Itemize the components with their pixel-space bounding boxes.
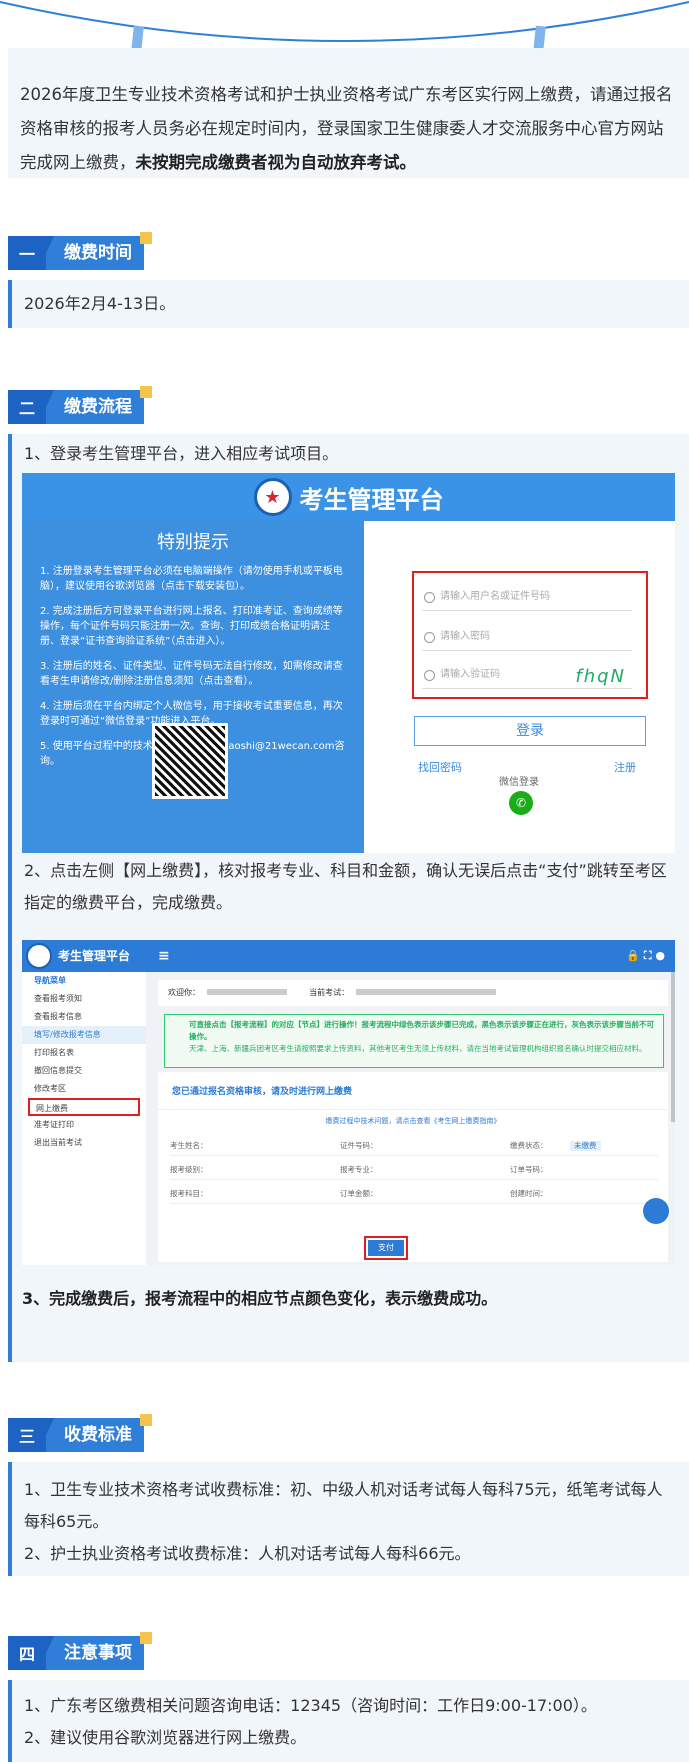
welcome-bar: 欢迎你： 当前考试： bbox=[158, 980, 668, 1006]
notes-line-1: 1、广东考区缴费相关问题咨询电话：12345（咨询时间：工作日9:00-17:0… bbox=[24, 1696, 597, 1715]
section-number: 四 bbox=[8, 1636, 46, 1670]
pay-button[interactable]: 支付 bbox=[368, 1240, 404, 1256]
section-number: 二 bbox=[8, 390, 46, 424]
fee-time-text: 2026年2月4-13日。 bbox=[24, 294, 176, 313]
emblem-icon bbox=[26, 943, 52, 969]
pay-button-highlight: 支付 bbox=[364, 1236, 408, 1260]
register-link[interactable]: 注册 bbox=[614, 759, 636, 775]
notice-line-1: 可直接点击【报考流程】的对应【节点】进行操作！报考流程中绿色表示该步骤已完成，黑… bbox=[189, 1020, 654, 1041]
fee-standard-line-1: 1、卫生专业技术资格考试收费标准：初、中级人机对话考试每人每科75元，纸笔考试每… bbox=[24, 1480, 663, 1531]
section-header-fee-time: 一 缴费时间 bbox=[8, 232, 152, 270]
status-badge: 未缴费 bbox=[570, 1141, 601, 1151]
section-title: 缴费流程 bbox=[64, 397, 132, 417]
emblem-icon: ★ bbox=[253, 478, 292, 516]
wechat-icon[interactable]: ✆ bbox=[509, 791, 533, 815]
info-row: 报考级别： 报考专业： 订单号码： bbox=[170, 1160, 658, 1180]
section-title: 缴费时间 bbox=[64, 243, 132, 263]
platform-title: 考生管理平台 bbox=[299, 485, 444, 514]
step-2-text-visible: 2、点击左侧【网上缴费】，核对报考专业、科目和金额，确认无误后点击“支付”跳转至… bbox=[24, 861, 667, 912]
section-title: 收费标准 bbox=[64, 1425, 132, 1445]
platform-title: 考生管理平台 bbox=[58, 949, 131, 963]
section-header-notes: 四 注意事项 bbox=[8, 1632, 152, 1670]
sidebar: 导航菜单 查看报考须知 查看报考信息 填写/修改报考信息 打印报名表 撤回信息提… bbox=[22, 972, 146, 1265]
scrollbar[interactable] bbox=[671, 972, 675, 1122]
login-button[interactable]: 登录 bbox=[414, 716, 646, 746]
sidebar-item[interactable]: 查看报考须知 bbox=[22, 990, 146, 1008]
captcha-placeholder: 请输入验证码 bbox=[440, 669, 500, 680]
sidebar-item[interactable]: 退出当前考试 bbox=[22, 1134, 146, 1152]
section-header-fee-standard: 三 收费标准 bbox=[8, 1414, 152, 1452]
notes-box: 1、广东考区缴费相关问题咨询电话：12345（咨询时间：工作日9:00-17:0… bbox=[8, 1680, 689, 1762]
sidebar-item[interactable]: 打印报名表 bbox=[22, 1044, 146, 1062]
payment-guide-link[interactable]: 缴费过程中技术问题，请点击查看《考生网上缴费指南》 bbox=[158, 1116, 668, 1126]
tip-item: 2. 完成注册后方可登录平台进行网上报名、打印准考证、查询成绩等操作，每个证件号… bbox=[40, 606, 343, 647]
sidebar-item[interactable]: 修改考区 bbox=[22, 1080, 146, 1098]
section-number: 三 bbox=[8, 1418, 46, 1452]
step-3-text: 3、完成缴费后，报考流程中的相应节点颜色变化，表示缴费成功。 bbox=[22, 1289, 498, 1308]
qr-code bbox=[152, 723, 228, 799]
captcha-image[interactable]: fhqN bbox=[575, 663, 626, 691]
notice-box: 可直接点击【报考流程】的对应【节点】进行操作！报考流程中绿色表示该步骤已完成，黑… bbox=[164, 1014, 664, 1068]
password-input[interactable]: 请输入密码 bbox=[422, 623, 632, 651]
tips-panel: 特别提示 1. 注册登录考生管理平台必须在电脑端操作（请勿使用手机或平板电脑），… bbox=[22, 521, 364, 853]
main-content: 欢迎你： 当前考试： 可直接点击【报考流程】的对应【节点】进行操作！报考流程中绿… bbox=[152, 972, 672, 1265]
welcome-label: 欢迎你： bbox=[168, 988, 200, 997]
platform-header: ★ 考生管理平台 bbox=[22, 473, 675, 521]
current-exam-label: 当前考试： bbox=[309, 988, 350, 997]
section-number: 一 bbox=[8, 236, 46, 270]
captcha-input[interactable]: 请输入验证码 fhqN bbox=[422, 661, 632, 689]
payment-panel: 您已通过报名资格审核，请及时进行网上缴费 缴费过程中技术问题，请点击查看《考生网… bbox=[158, 1072, 668, 1262]
step-1-text: 1、登录考生管理平台，进入相应考试项目。 bbox=[24, 444, 339, 463]
username-input[interactable]: 请输入用户名或证件号码 bbox=[422, 583, 632, 611]
platform-topbar: 考生管理平台 ≡ 🔒 ⛶ ● bbox=[22, 940, 675, 972]
sidebar-item[interactable]: 准考证打印 bbox=[22, 1116, 146, 1134]
sidebar-item[interactable]: 填写/修改报考信息 bbox=[22, 1026, 146, 1044]
chat-icon[interactable] bbox=[643, 1198, 669, 1224]
section-header-fee-process: 二 缴费流程 bbox=[8, 386, 152, 424]
payment-screenshot: 考生管理平台 ≡ 🔒 ⛶ ● 导航菜单 查看报考须知 查看报考信息 填写/修改报… bbox=[22, 940, 675, 1265]
wechat-login-label: 微信登录 bbox=[499, 777, 539, 788]
fee-time-box: 2026年2月4-13日。 bbox=[8, 280, 689, 328]
user-icon[interactable]: 🔒 ⛶ ● bbox=[626, 940, 665, 972]
login-screenshot: ★ 考生管理平台 特别提示 1. 注册登录考生管理平台必须在电脑端操作（请勿使用… bbox=[22, 473, 675, 853]
login-panel: 请输入用户名或证件号码 请输入密码 请输入验证码 fhqN 登录 找回密码 注册… bbox=[364, 521, 675, 853]
fee-standard-box: 1、卫生专业技术资格考试收费标准：初、中级人机对话考试每人每科75元，纸笔考试每… bbox=[8, 1462, 689, 1576]
intro-bold: 未按期完成缴费者视为自动放弃考试。 bbox=[135, 153, 417, 172]
forgot-password-link[interactable]: 找回密码 bbox=[418, 759, 462, 775]
menu-icon[interactable]: ≡ bbox=[158, 940, 170, 972]
tip-item: 1. 注册登录考生管理平台必须在电脑端操作（请勿使用手机或平板电脑），建议使用谷… bbox=[40, 566, 343, 592]
info-row: 报考科目： 订单金额： 创建时间： bbox=[170, 1184, 658, 1204]
sidebar-item-online-payment[interactable]: 网上缴费 bbox=[28, 1098, 140, 1116]
sidebar-item[interactable]: 撤回信息提交 bbox=[22, 1062, 146, 1080]
info-row: 考生姓名： 证件号码： 缴费状态： 未缴费 bbox=[170, 1136, 658, 1156]
notes-line-2: 2、建议使用谷歌浏览器进行网上缴费。 bbox=[24, 1728, 307, 1747]
panel-title: 您已通过报名资格审核，请及时进行网上缴费 bbox=[158, 1072, 668, 1110]
notice-line-2: 天津、上海、新疆兵团考区考生请按照要求上传资料，其他考区考生无须上传材料，请在当… bbox=[189, 1044, 647, 1053]
tip-item: 3. 注册后的姓名、证件类型、证件号码无法自行修改，如需修改请查看考生申请修改/… bbox=[40, 661, 343, 687]
intro-box: 2026年度卫生专业技术资格考试和护士执业资格考试广东考区实行网上缴费，请通过报… bbox=[8, 48, 689, 178]
section-title: 注意事项 bbox=[64, 1643, 132, 1663]
fee-standard-line-2: 2、护士执业资格考试收费标准：人机对话考试每人每科66元。 bbox=[24, 1544, 471, 1563]
nav-title: 导航菜单 bbox=[34, 976, 66, 985]
sidebar-item[interactable]: 查看报考信息 bbox=[22, 1008, 146, 1026]
tips-title: 特别提示 bbox=[157, 532, 229, 553]
